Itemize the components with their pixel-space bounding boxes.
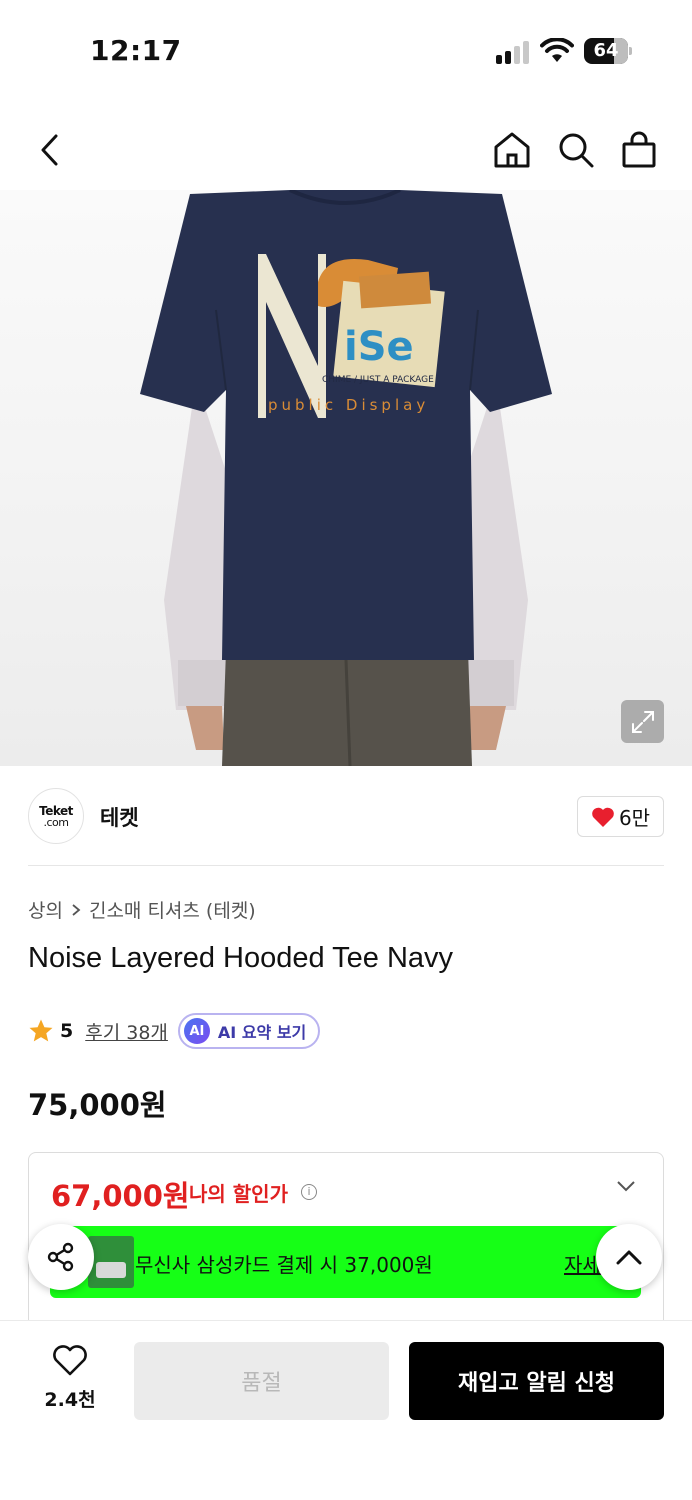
card-offer-text: 무신사 삼성카드 결제 시 37,000원 bbox=[135, 1253, 433, 1277]
breadcrumb-subcategory[interactable]: 긴소매 티셔츠 (테켓) bbox=[89, 896, 256, 923]
print-line: CHIME / JUST A PACKAGE bbox=[322, 375, 434, 385]
divider bbox=[28, 865, 664, 866]
chevron-right-icon bbox=[72, 903, 81, 916]
discount-label: 나의 할인가 bbox=[189, 1182, 288, 1206]
review-count-link[interactable]: 후기 38개 bbox=[85, 1018, 168, 1045]
star-icon bbox=[29, 1019, 53, 1042]
chevron-up-icon bbox=[616, 1250, 642, 1265]
bag-icon[interactable] bbox=[619, 130, 659, 170]
back-icon[interactable] bbox=[30, 130, 70, 170]
share-icon bbox=[47, 1242, 74, 1272]
card-offer-banner[interactable]: 무신사 삼성카드 결제 시 37,000원 자세히 bbox=[50, 1226, 641, 1298]
print-subtitle: public Display bbox=[268, 396, 429, 414]
top-navigation bbox=[0, 110, 692, 190]
ai-summary-button[interactable]: AI AI 요약 보기 bbox=[177, 1013, 321, 1049]
card-thumbnail bbox=[88, 1236, 134, 1288]
expand-icon bbox=[631, 710, 654, 733]
status-bar: 12:17 64 bbox=[0, 0, 692, 100]
ai-icon: AI bbox=[183, 1018, 210, 1044]
ai-summary-label: AI 요약 보기 bbox=[217, 1023, 307, 1042]
wifi-icon bbox=[540, 37, 574, 64]
discount-price: 67,000원 bbox=[51, 1179, 190, 1213]
chevron-down-icon[interactable] bbox=[615, 1179, 637, 1193]
brand-logo[interactable]: Teket .com bbox=[28, 788, 84, 844]
brand-like-button[interactable]: 6만 bbox=[577, 796, 664, 837]
restock-alert-button[interactable]: 재입고 알림 신청 bbox=[409, 1342, 664, 1420]
breadcrumb-category[interactable]: 상의 bbox=[28, 896, 63, 923]
cellular-signal-icon bbox=[496, 40, 532, 64]
product-image[interactable]: iSe CHIME / JUST A PACKAGE public Displa… bbox=[0, 190, 692, 766]
battery-icon: 64 bbox=[584, 38, 632, 64]
brand-logo-line1: Teket bbox=[39, 803, 73, 818]
share-button[interactable] bbox=[28, 1224, 94, 1290]
shirt-illustration: iSe CHIME / JUST A PACKAGE public Displa… bbox=[140, 190, 552, 766]
wishlist-button[interactable]: 2.4천 bbox=[28, 1345, 112, 1415]
heart-icon bbox=[592, 807, 614, 827]
search-icon[interactable] bbox=[556, 130, 596, 170]
rating-value: 5 bbox=[60, 1020, 74, 1042]
scroll-top-button[interactable] bbox=[596, 1224, 662, 1290]
brand-row: Teket .com 테켓 6만 bbox=[0, 766, 692, 866]
status-time: 12:17 bbox=[90, 34, 182, 67]
breadcrumb: 상의 긴소매 티셔츠 (테켓) bbox=[28, 896, 256, 923]
home-icon[interactable] bbox=[492, 130, 532, 170]
expand-image-button[interactable] bbox=[621, 700, 664, 743]
brand-name[interactable]: 테켓 bbox=[100, 802, 139, 832]
original-price: 75,000원 bbox=[28, 1088, 167, 1122]
wishlist-count: 2.4천 bbox=[44, 1389, 96, 1411]
brand-like-count: 6만 bbox=[618, 806, 651, 830]
soldout-button[interactable]: 품절 bbox=[134, 1342, 389, 1420]
bottom-action-bar: 2.4천 품절 재입고 알림 신청 bbox=[0, 1320, 692, 1500]
print-word: iSe bbox=[344, 324, 414, 370]
battery-level: 64 bbox=[593, 40, 619, 61]
rating-row: 5 후기 38개 AI AI 요약 보기 bbox=[28, 1012, 321, 1050]
product-title: Noise Layered Hooded Tee Navy bbox=[28, 942, 454, 974]
info-icon[interactable]: i bbox=[301, 1184, 317, 1200]
brand-logo-line2: .com bbox=[43, 815, 70, 829]
heart-outline-icon bbox=[53, 1345, 87, 1376]
